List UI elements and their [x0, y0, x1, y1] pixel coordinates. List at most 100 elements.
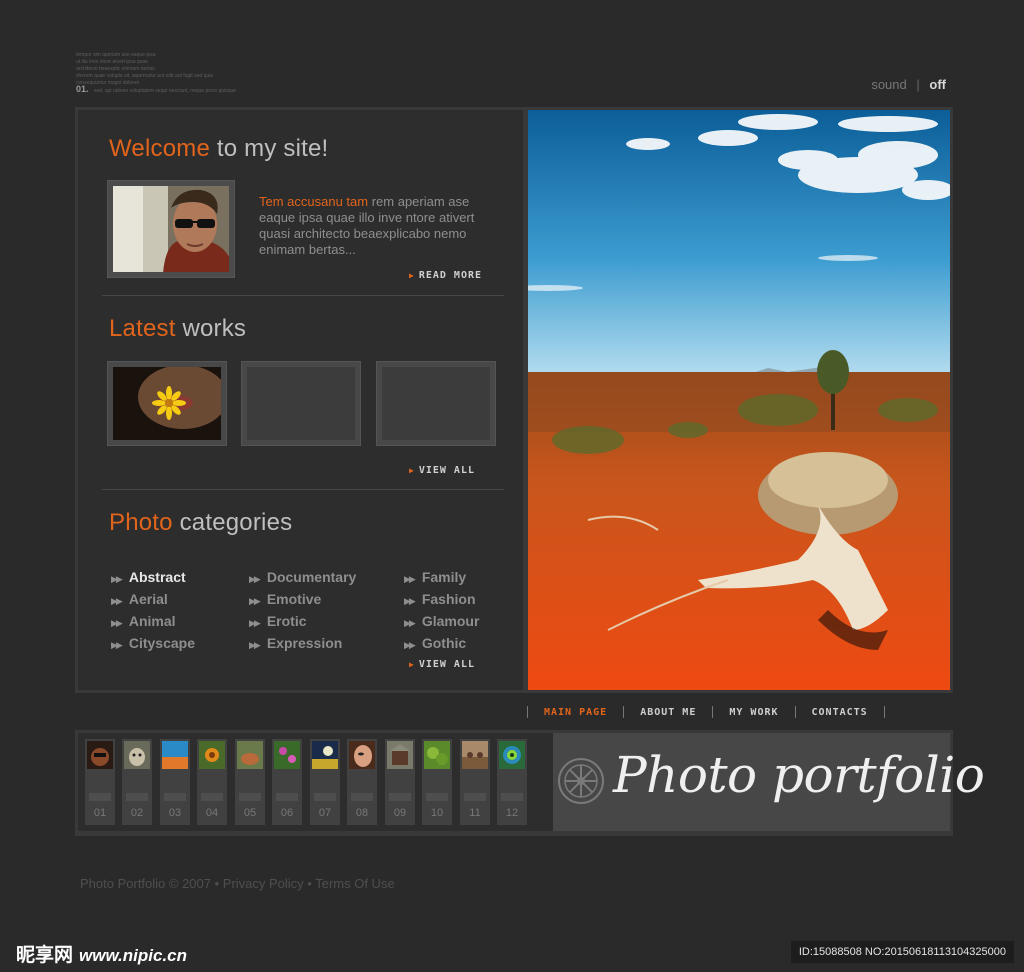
work-thumbnail-placeholder — [382, 367, 490, 440]
sound-toggle[interactable]: sound | off — [871, 77, 946, 92]
gallery-thumb[interactable]: 11 — [460, 739, 490, 825]
category-link-cityscape[interactable]: ▶▶ Cityscape — [111, 633, 195, 655]
category-column: ▶▶ Documentary ▶▶ Emotive ▶▶ Erotic ▶▶ Expre… — [249, 567, 356, 655]
gallery-thumb[interactable]: 10 — [422, 739, 452, 825]
gallery-thumb-bar — [89, 793, 111, 801]
footer-copyright: Photo Portfolio © 2007 • Privacy Policy … — [80, 876, 395, 891]
double-arrow-icon: ▶▶ — [249, 618, 261, 628]
brand-logo-title: Photo portfolio — [613, 746, 985, 804]
intro-line: architecto beaexplic enimam bertas — [76, 66, 155, 72]
gallery-thumb[interactable]: 04 — [197, 739, 227, 825]
category-link-fashion[interactable]: ▶▶ Fashion — [404, 589, 479, 611]
work-thumbnail[interactable] — [241, 361, 361, 446]
category-link-family[interactable]: ▶▶ Family — [404, 567, 479, 589]
gallery-thumb[interactable]: 08 — [347, 739, 377, 825]
gallery-thumb-number: 10 — [430, 807, 444, 819]
double-arrow-icon: ▶▶ — [404, 618, 416, 628]
watermark-id: ID:15088508 NO:20150618113104325000 — [790, 941, 1014, 963]
double-arrow-icon: ▶▶ — [111, 640, 123, 650]
gallery-thumb-bar — [164, 793, 186, 801]
gallery-thumb-number: 07 — [318, 807, 332, 819]
arrow-right-icon: ▶ — [409, 271, 415, 280]
sound-label: sound — [871, 77, 907, 92]
divider — [102, 489, 504, 490]
view-all-categories-link[interactable]: ▶ VIEW ALL — [409, 659, 475, 670]
nav-item-about-me[interactable]: ABOUT ME — [624, 707, 712, 718]
watermark-site: 昵享网 www.nipic.cn — [16, 940, 187, 967]
intro-index: 01. — [76, 84, 89, 94]
gallery-thumb[interactable]: 07 — [310, 739, 340, 825]
nav-item-main-page[interactable]: MAIN PAGE — [528, 707, 623, 718]
welcome-title-rest: to my site! — [210, 135, 329, 162]
gallery-thumb[interactable]: 03 — [160, 739, 190, 825]
gallery-thumb-bar — [126, 793, 148, 801]
sound-off-button[interactable]: off — [929, 77, 946, 92]
left-panel: Welcome to my site! Tem accusanu tam rem… — [78, 110, 523, 690]
film-reel-icon — [557, 757, 605, 810]
portrait-image — [113, 186, 229, 272]
gallery-thumb[interactable]: 12 — [497, 739, 527, 825]
sound-separator: | — [916, 77, 920, 92]
gallery-thumb[interactable]: 06 — [272, 739, 302, 825]
gallery-thumb-number: 08 — [355, 807, 369, 819]
category-link-glamour[interactable]: ▶▶ Glamour — [404, 611, 479, 633]
welcome-title-accent: Welcome — [109, 135, 210, 162]
gallery-thumb-image — [424, 741, 450, 769]
category-link-emotive[interactable]: ▶▶ Emotive — [249, 589, 356, 611]
gallery-thumb-bar — [464, 793, 486, 801]
gallery-thumb-image — [312, 741, 338, 769]
category-link-aerial[interactable]: ▶▶ Aerial — [111, 589, 195, 611]
double-arrow-icon: ▶▶ — [404, 574, 416, 584]
main-nav: MAIN PAGE ABOUT ME MY WORK CONTACTS — [527, 702, 885, 722]
nav-separator — [883, 706, 885, 718]
gallery-thumb-number: 02 — [130, 807, 144, 819]
nav-item-contacts[interactable]: CONTACTS — [796, 707, 884, 718]
work-thumbnail[interactable] — [107, 361, 227, 446]
nav-item-my-work[interactable]: MY WORK — [713, 707, 794, 718]
gallery-thumb-number: 06 — [280, 807, 294, 819]
category-link-erotic[interactable]: ▶▶ Erotic — [249, 611, 356, 633]
categories-title-rest: categories — [172, 509, 293, 536]
gallery-thumb-bar — [351, 793, 373, 801]
gallery-thumb-number: 04 — [205, 807, 219, 819]
view-all-works-link[interactable]: ▶ VIEW ALL — [409, 465, 475, 476]
gallery-thumb[interactable]: 02 — [122, 739, 152, 825]
read-more-link[interactable]: ▶ READ MORE — [409, 270, 482, 281]
category-column: ▶▶ Family ▶▶ Fashion ▶▶ Glamour ▶▶ Gothic — [404, 567, 479, 655]
gallery-thumb-image — [387, 741, 413, 769]
double-arrow-icon: ▶▶ — [111, 574, 123, 584]
gallery-thumb-image — [462, 741, 488, 769]
latest-title-accent: Latest — [109, 315, 176, 342]
main-content: Welcome to my site! Tem accusanu tam rem… — [75, 107, 953, 693]
watermark-url: www.nipic.cn — [79, 946, 188, 965]
arrow-right-icon: ▶ — [409, 660, 415, 669]
categories-title: Photo categories — [109, 509, 292, 537]
gallery-thumb-image — [162, 741, 188, 769]
gallery-thumb[interactable]: 05 — [235, 739, 265, 825]
view-all-label: VIEW ALL — [418, 465, 475, 476]
welcome-text: Tem accusanu tam rem aperiam ase eaque i… — [259, 194, 509, 258]
gallery-thumb-image — [87, 741, 113, 769]
divider — [102, 295, 504, 296]
work-thumbnail-image — [113, 367, 221, 440]
double-arrow-icon: ▶▶ — [404, 596, 416, 606]
categories-title-accent: Photo — [109, 509, 173, 536]
category-link-abstract[interactable]: ▶▶ Abstract — [111, 567, 195, 589]
category-column: ▶▶ Abstract ▶▶ Aerial ▶▶ Animal ▶▶ Cityscape — [111, 567, 195, 655]
gallery-thumb-number: 01 — [93, 807, 107, 819]
gallery-thumb-number: 09 — [393, 807, 407, 819]
category-link-gothic[interactable]: ▶▶ Gothic — [404, 633, 479, 655]
work-thumbnail[interactable] — [376, 361, 496, 446]
gallery-thumb-image — [124, 741, 150, 769]
gallery-thumb[interactable]: 01 — [85, 739, 115, 825]
category-link-expression[interactable]: ▶▶ Expression — [249, 633, 356, 655]
welcome-title: Welcome to my site! — [109, 135, 328, 163]
view-all-label: VIEW ALL — [418, 659, 475, 670]
watermark-site-name: 昵享网 — [16, 945, 74, 966]
category-link-animal[interactable]: ▶▶ Animal — [111, 611, 195, 633]
gallery-thumb-bar — [201, 793, 223, 801]
double-arrow-icon: ▶▶ — [111, 618, 123, 628]
gallery-thumb[interactable]: 09 — [385, 739, 415, 825]
category-link-documentary[interactable]: ▶▶ Documentary — [249, 567, 356, 589]
portrait-frame — [107, 180, 235, 278]
